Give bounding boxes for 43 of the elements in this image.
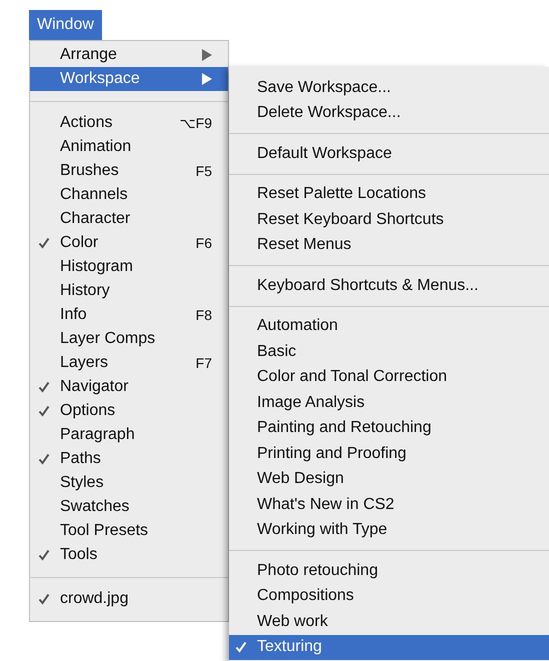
menu-item[interactable]: What's New in CS2 (229, 492, 549, 518)
menu-item[interactable]: Keyboard Shortcuts & Menus... (229, 273, 549, 298)
menu-item[interactable]: crowd.jpg (30, 587, 228, 611)
menu-item[interactable]: Color and Tonal Correction (229, 364, 549, 390)
menu-item[interactable]: Histogram (30, 255, 228, 279)
menu-item[interactable]: Reset Menus (229, 232, 549, 258)
menu-item[interactable]: Styles (30, 471, 228, 495)
menu-item[interactable]: Character (30, 207, 228, 231)
menu-item[interactable]: Brushes F5 (30, 159, 228, 183)
menu-item[interactable]: Save Workspace... (229, 75, 549, 100)
menu-item[interactable]: Basic (229, 339, 549, 364)
menu-item[interactable]: Texturing (229, 634, 549, 660)
menu-item[interactable]: Printing and Proofing (229, 441, 549, 466)
menu-item[interactable]: Reset Palette Locations (229, 182, 549, 207)
menu-item[interactable]: Layer Comps (30, 327, 228, 351)
menu-item[interactable]: History (30, 279, 228, 303)
menu-item[interactable]: Info F8 (30, 303, 228, 327)
menu-item[interactable]: Automation (229, 314, 549, 339)
menu-item[interactable]: Navigator (30, 375, 228, 399)
menu-item[interactable]: Paragraph (30, 423, 228, 447)
menu-item[interactable]: Channels (30, 183, 228, 207)
menu-item[interactable]: Actions ⌥F9 (30, 111, 228, 135)
menu-item[interactable]: Web work (229, 609, 549, 634)
menu-item[interactable]: Tools (30, 543, 228, 567)
menu-item[interactable]: Workspace (30, 67, 228, 91)
menu-item[interactable]: Image Analysis (229, 390, 549, 416)
menu-item[interactable]: Paths (30, 447, 228, 471)
menu-item[interactable]: Delete Workspace... (229, 100, 549, 126)
menu-item[interactable]: Tool Presets (30, 519, 228, 543)
menu-item[interactable]: Arrange (30, 43, 228, 67)
menu-item[interactable]: Working with Type (229, 518, 549, 543)
menu-item[interactable]: Default Workspace (229, 141, 549, 166)
menu-item[interactable]: Photo retouching (229, 558, 549, 584)
menu-item[interactable]: Options (30, 399, 228, 423)
menu-title[interactable]: Window (29, 10, 102, 40)
menu-item[interactable]: Animation (30, 135, 228, 159)
menu-item[interactable]: Swatches (30, 495, 228, 519)
menu-item[interactable]: Painting and Retouching (229, 416, 549, 441)
menu-item[interactable]: Layers F7 (30, 351, 228, 375)
menu-item[interactable]: Compositions (229, 584, 549, 609)
menu-item[interactable]: Color F6 (30, 231, 228, 255)
menu-item[interactable]: Web Design (229, 466, 549, 492)
menu-item[interactable]: Reset Keyboard Shortcuts (229, 207, 549, 232)
